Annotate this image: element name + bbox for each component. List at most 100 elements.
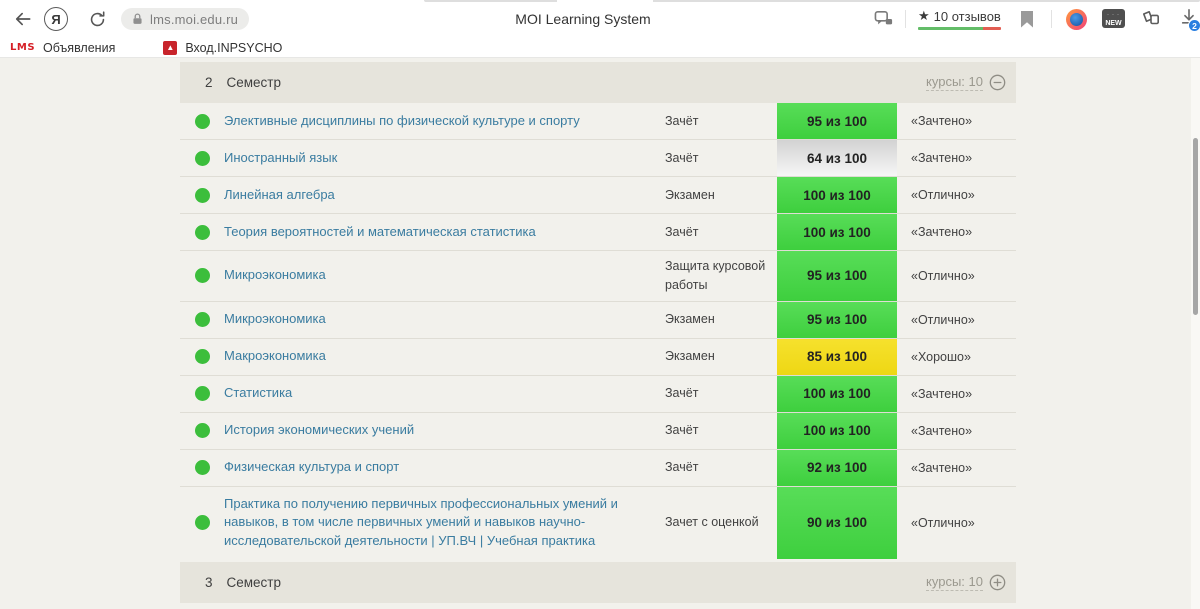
course-link[interactable]: Микроэкономика bbox=[224, 302, 665, 337]
course-status-dot-icon bbox=[195, 515, 210, 530]
feedback-button[interactable] bbox=[872, 9, 896, 29]
assessment-type: Зачёт bbox=[665, 143, 777, 174]
grade-text: «Отлично» bbox=[897, 516, 1016, 530]
score-cell: 95 из 100 bbox=[777, 302, 897, 338]
course-link[interactable]: Статистика bbox=[224, 376, 665, 411]
address-bar[interactable]: lms.moi.edu.ru bbox=[121, 8, 249, 30]
course-row[interactable]: Теория вероятностей и математическая ста… bbox=[180, 214, 1016, 251]
lms-favicon: LMS bbox=[10, 42, 35, 53]
score-cell: 64 из 100 bbox=[777, 140, 897, 176]
score-badge: 100 из 100 bbox=[777, 376, 897, 412]
grade-text: «Отлично» bbox=[897, 188, 1016, 202]
bookmark-item-announcements[interactable]: LMS Объявления bbox=[10, 41, 115, 55]
score-badge: 95 из 100 bbox=[777, 251, 897, 301]
grade-text: «Отлично» bbox=[897, 313, 1016, 327]
expand-plus-icon[interactable] bbox=[989, 574, 1006, 591]
semester-number: 3 bbox=[205, 575, 213, 590]
course-status-dot-icon bbox=[195, 460, 210, 475]
course-row[interactable]: Микроэкономика Защита курсовой работы 95… bbox=[180, 251, 1016, 302]
course-row[interactable]: Микроэкономика Экзамен 95 из 100 «Отличн… bbox=[180, 302, 1016, 339]
score-cell: 85 из 100 bbox=[777, 339, 897, 375]
browser-toolbar: Я lms.moi.edu.ru MOI Learning System ★ 1… bbox=[0, 0, 1200, 38]
status-cell bbox=[180, 268, 224, 283]
course-row[interactable]: Статистика Зачёт 100 из 100 «Зачтено» bbox=[180, 376, 1016, 413]
course-link[interactable]: Линейная алгебра bbox=[224, 178, 665, 213]
course-row[interactable]: Элективные дисциплины по физической куль… bbox=[180, 103, 1016, 140]
semester-2-header: 2 Семестр курсы: 10 bbox=[180, 62, 1016, 103]
score-badge: 90 из 100 bbox=[777, 487, 897, 560]
course-link[interactable]: История экономических учений bbox=[224, 413, 665, 448]
bookmark-item-inpsycho[interactable]: ▲ Вход.INPSYCHO bbox=[163, 41, 282, 55]
course-link[interactable]: Физическая культура и спорт bbox=[224, 450, 665, 485]
status-cell bbox=[180, 349, 224, 364]
scrollbar-track[interactable] bbox=[1191, 58, 1200, 609]
course-row[interactable]: Линейная алгебра Экзамен 100 из 100 «Отл… bbox=[180, 177, 1016, 214]
rating-bar-negative bbox=[983, 27, 1000, 30]
course-link[interactable]: Иностранный язык bbox=[224, 141, 665, 176]
assessment-type: Зачёт bbox=[665, 217, 777, 248]
course-link[interactable]: Практика по получению первичных професси… bbox=[224, 487, 665, 560]
course-row[interactable]: Физическая культура и спорт Зачёт 92 из … bbox=[180, 450, 1016, 487]
collapse-minus-icon[interactable] bbox=[989, 74, 1006, 91]
toolbar-separator bbox=[1051, 10, 1052, 28]
semester-title: Семестр bbox=[227, 575, 282, 590]
grades-table: 2 Семестр курсы: 10 Элективные дисциплин… bbox=[180, 62, 1016, 603]
course-link[interactable]: Элективные дисциплины по физической куль… bbox=[224, 104, 665, 139]
course-row[interactable]: Макроэкономика Экзамен 85 из 100 «Хорошо… bbox=[180, 339, 1016, 376]
score-badge: 95 из 100 bbox=[777, 103, 897, 139]
downloads-button[interactable]: 2 bbox=[1180, 8, 1200, 32]
status-cell bbox=[180, 188, 224, 203]
back-arrow-icon bbox=[13, 9, 33, 29]
score-badge: 92 из 100 bbox=[777, 450, 897, 486]
score-badge: 100 из 100 bbox=[777, 413, 897, 449]
course-row[interactable]: Практика по получению первичных професси… bbox=[180, 487, 1016, 560]
course-status-dot-icon bbox=[195, 349, 210, 364]
yandex-services-button[interactable]: Я bbox=[44, 7, 68, 31]
course-status-dot-icon bbox=[195, 225, 210, 240]
lock-icon bbox=[131, 12, 144, 26]
collections-button[interactable] bbox=[1139, 9, 1163, 29]
assessment-type: Зачёт bbox=[665, 106, 777, 137]
refresh-button[interactable] bbox=[84, 7, 110, 31]
score-cell: 100 из 100 bbox=[777, 177, 897, 213]
semester-number: 2 bbox=[205, 75, 213, 90]
course-link[interactable]: Макроэкономика bbox=[224, 339, 665, 374]
bookmark-button[interactable] bbox=[1016, 9, 1038, 29]
collections-icon bbox=[1141, 10, 1161, 28]
tab-strip-edge bbox=[424, 0, 557, 2]
page-title: MOI Learning System bbox=[515, 11, 650, 27]
lms-page: 2 Семестр курсы: 10 Элективные дисциплин… bbox=[0, 58, 1200, 609]
url-text: lms.moi.edu.ru bbox=[150, 12, 238, 27]
bookmark-label: Вход.INPSYCHO bbox=[185, 41, 282, 55]
grade-text: «Отлично» bbox=[897, 269, 1016, 283]
course-link[interactable]: Микроэкономика bbox=[224, 258, 665, 293]
assessment-type: Экзамен bbox=[665, 341, 777, 372]
grade-text: «Зачтено» bbox=[897, 151, 1016, 165]
rating-bar-positive bbox=[918, 27, 983, 30]
refresh-icon bbox=[88, 10, 107, 29]
new-badge-label: NEW bbox=[1105, 19, 1121, 28]
score-badge: 85 из 100 bbox=[777, 339, 897, 375]
extension-browser-icon[interactable] bbox=[1066, 9, 1087, 30]
rating-bar bbox=[918, 27, 1001, 30]
semester-collapse-toggle[interactable]: курсы: 10 bbox=[926, 74, 1006, 91]
download-count-badge: 2 bbox=[1188, 19, 1200, 32]
course-link[interactable]: Теория вероятностей и математическая ста… bbox=[224, 215, 665, 250]
extension-new-badge[interactable]: ¨ ¨ ¨ NEW bbox=[1102, 9, 1125, 28]
status-cell bbox=[180, 114, 224, 129]
tab-strip-edge bbox=[653, 0, 1200, 2]
status-cell bbox=[180, 151, 224, 166]
grade-text: «Зачтено» bbox=[897, 114, 1016, 128]
score-cell: 90 из 100 bbox=[777, 487, 897, 560]
status-cell bbox=[180, 515, 224, 530]
score-badge: 95 из 100 bbox=[777, 302, 897, 338]
site-rating[interactable]: ★ 10 отзывов bbox=[918, 8, 1001, 30]
semester-expand-toggle[interactable]: курсы: 10 bbox=[926, 574, 1006, 591]
back-button[interactable] bbox=[10, 7, 36, 31]
status-cell bbox=[180, 423, 224, 438]
course-row[interactable]: История экономических учений Зачёт 100 и… bbox=[180, 413, 1016, 450]
score-badge: 64 из 100 bbox=[777, 140, 897, 176]
scrollbar-thumb[interactable] bbox=[1193, 138, 1198, 315]
course-row[interactable]: Иностранный язык Зачёт 64 из 100 «Зачтен… bbox=[180, 140, 1016, 177]
status-cell bbox=[180, 312, 224, 327]
